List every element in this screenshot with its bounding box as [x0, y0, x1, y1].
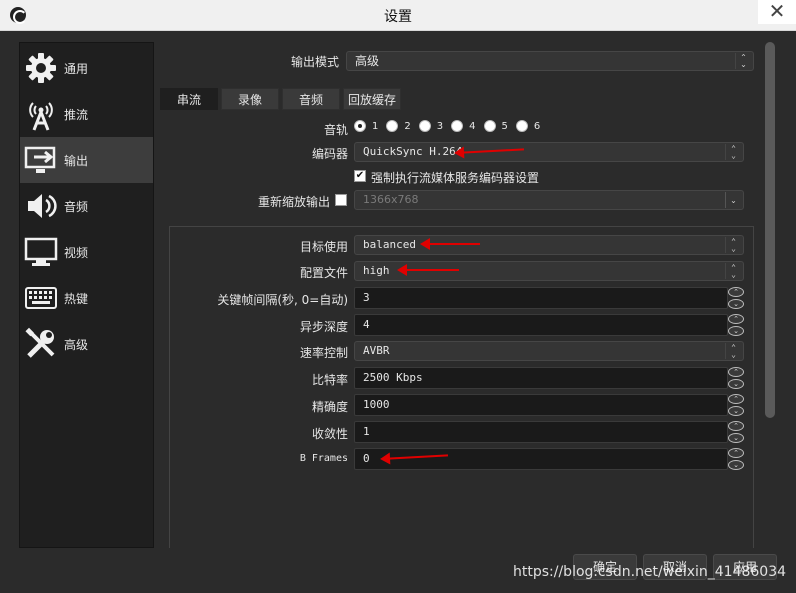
window-title: 设置: [384, 9, 412, 25]
tab-audio[interactable]: 音频: [282, 88, 341, 110]
sidebar-item-advanced[interactable]: 高级: [20, 321, 153, 367]
sidebar-item-audio[interactable]: 音频: [20, 183, 153, 229]
audio-track-radio-2[interactable]: 2: [386, 120, 411, 132]
updown-arrows-icon: ⌃ ⌄: [725, 343, 741, 359]
close-button[interactable]: ✕: [758, 0, 796, 24]
settings-sidebar: 通用 推流 输出 音频 视频 热键 高级: [19, 42, 154, 548]
sidebar-item-label: 音频: [64, 199, 89, 214]
updown-arrows-icon: ⌃ ⌄: [725, 263, 741, 279]
tab-recording[interactable]: 录像: [221, 88, 280, 110]
sidebar-item-label: 推流: [64, 107, 89, 122]
enforce-encoder-checkbox[interactable]: ✔: [354, 170, 366, 182]
keyboard-icon: [23, 280, 59, 316]
audio-track-label: 音轨: [323, 123, 348, 137]
convergence-label: 收敛性: [311, 427, 348, 441]
tab-streaming[interactable]: 串流: [160, 88, 219, 110]
vertical-scrollbar[interactable]: [764, 42, 776, 548]
convergence-input[interactable]: 1: [354, 421, 728, 443]
profile-label: 配置文件: [299, 266, 348, 280]
rescale-checkbox[interactable]: [335, 194, 347, 206]
sidebar-item-label: 视频: [64, 245, 89, 260]
sidebar-item-label: 通用: [64, 61, 89, 76]
rate-control-select[interactable]: AVBR ⌃ ⌄: [354, 341, 744, 361]
async-depth-input[interactable]: 4: [354, 314, 728, 336]
chevron-down-icon: ⌄: [725, 192, 741, 208]
sidebar-item-video[interactable]: 视频: [20, 229, 153, 275]
rescale-label: 重新缩放输出: [257, 195, 330, 209]
rate-control-label: 速率控制: [299, 346, 348, 360]
bitrate-input[interactable]: 2500 Kbps: [354, 367, 728, 389]
b-frames-label: B Frames: [299, 453, 348, 464]
output-monitor-icon: [23, 142, 59, 178]
rescale-resolution-select[interactable]: 1366x768 ⌄: [354, 190, 744, 210]
settings-main-panel: 输出模式 高级 ⌃ ⌄ 串流 录像 音频 回放缓存 音轨 1 2 3 4 5 6 …: [158, 42, 758, 548]
sidebar-item-stream[interactable]: 推流: [20, 91, 153, 137]
sidebar-item-label: 输出: [64, 153, 89, 168]
encoder-label: 编码器: [311, 147, 348, 161]
keyframe-interval-label: 关键帧间隔(秒, 0=自动): [217, 293, 348, 307]
sidebar-item-label: 热键: [64, 291, 89, 306]
output-mode-label: 输出模式: [290, 55, 339, 69]
audio-track-radio-5[interactable]: 5: [483, 120, 508, 132]
keyframe-interval-stepper[interactable]: ⌃ ⌄: [728, 287, 744, 309]
b-frames-stepper[interactable]: ⌃ ⌄: [728, 448, 744, 470]
speaker-icon: [23, 188, 59, 224]
profile-select[interactable]: high ⌃ ⌄: [354, 261, 744, 281]
async-depth-label: 异步深度: [299, 320, 348, 334]
broadcast-antenna-icon: [23, 96, 59, 132]
output-mode-select[interactable]: 高级 ⌃ ⌄: [346, 51, 754, 71]
gear-icon: [23, 50, 59, 86]
sidebar-item-general[interactable]: 通用: [20, 45, 153, 91]
scrollbar-thumb[interactable]: [765, 42, 775, 418]
updown-arrows-icon: ⌃ ⌄: [725, 144, 741, 160]
keyframe-interval-input[interactable]: 3: [354, 287, 728, 309]
b-frames-input[interactable]: 0: [354, 448, 728, 470]
bitrate-label: 比特率: [311, 373, 348, 387]
encoder-select[interactable]: QuickSync H.264 ⌃ ⌄: [354, 142, 744, 162]
tab-replay-buffer[interactable]: 回放缓存: [343, 88, 402, 110]
audio-track-radio-3[interactable]: 3: [418, 120, 443, 132]
enforce-encoder-label: 强制执行流媒体服务编码器设置: [371, 171, 540, 185]
audio-track-radio-6[interactable]: 6: [515, 120, 540, 132]
output-tabs: 串流 录像 音频 回放缓存: [160, 88, 404, 110]
annotation-arrow-target-usage: [420, 238, 480, 250]
monitor-icon: [23, 234, 59, 270]
audio-track-radio-group: 1 2 3 4 5 6: [354, 120, 548, 132]
target-usage-label: 目标使用: [299, 240, 348, 254]
audio-track-radio-1[interactable]: 1: [354, 120, 378, 132]
audio-track-radio-4[interactable]: 4: [451, 120, 476, 132]
accuracy-label: 精确度: [311, 400, 348, 414]
sidebar-item-hotkeys[interactable]: 热键: [20, 275, 153, 321]
convergence-stepper[interactable]: ⌃ ⌄: [728, 421, 744, 443]
sidebar-item-label: 高级: [64, 337, 89, 352]
accuracy-input[interactable]: 1000: [354, 394, 728, 416]
annotation-arrow-profile: [397, 264, 459, 276]
bitrate-stepper[interactable]: ⌃ ⌄: [728, 367, 744, 389]
watermark-text: https://blog.csdn.net/weixin_41486034: [513, 564, 787, 580]
target-usage-select[interactable]: balanced ⌃ ⌄: [354, 235, 744, 255]
title-bar: 设置 ✕: [0, 0, 796, 31]
updown-arrows-icon: ⌃ ⌄: [725, 237, 741, 253]
accuracy-stepper[interactable]: ⌃ ⌄: [728, 394, 744, 416]
async-depth-stepper[interactable]: ⌃ ⌄: [728, 314, 744, 336]
tools-icon: [23, 326, 59, 362]
sidebar-item-output[interactable]: 输出: [20, 137, 153, 183]
updown-arrows-icon: ⌃ ⌄: [735, 53, 751, 69]
